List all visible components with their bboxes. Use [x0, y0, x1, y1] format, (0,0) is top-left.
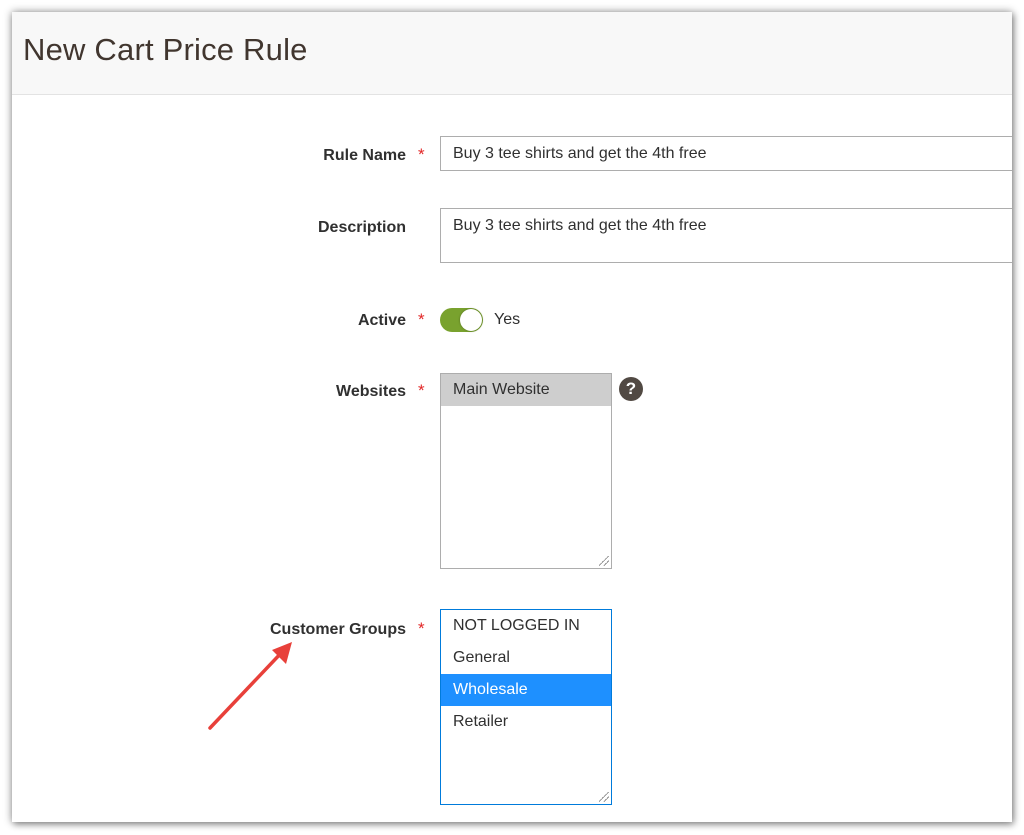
customer-groups-option-not-logged-in[interactable]: NOT LOGGED IN [441, 610, 611, 642]
websites-option-main-website[interactable]: Main Website [441, 374, 611, 406]
toggle-knob [460, 309, 482, 331]
customer-groups-option-general[interactable]: General [441, 642, 611, 674]
customer-groups-option-retailer[interactable]: Retailer [441, 706, 611, 738]
rule-name-input[interactable]: Buy 3 tee shirts and get the 4th free [440, 136, 1012, 171]
screenshot-frame: New Cart Price Rule Rule Name * Buy 3 te… [12, 12, 1012, 822]
websites-multiselect[interactable]: Main Website [440, 373, 612, 569]
active-label: Active [357, 312, 406, 329]
customer-groups-multiselect[interactable]: NOT LOGGED IN General Wholesale Retailer [440, 609, 612, 805]
question-circle-icon[interactable]: ? [619, 377, 643, 401]
page-header: New Cart Price Rule [12, 12, 1012, 95]
active-toggle[interactable] [440, 308, 483, 332]
customer-groups-required-mark: * [418, 619, 425, 638]
red-arrow-icon [208, 642, 292, 730]
rule-name-required-mark: * [418, 145, 425, 164]
page-title: New Cart Price Rule [23, 32, 308, 67]
rule-name-label: Rule Name [323, 147, 406, 164]
customer-groups-option-wholesale[interactable]: Wholesale [441, 674, 611, 706]
description-label: Description [317, 219, 406, 236]
active-required-mark: * [418, 310, 425, 329]
websites-required-mark: * [418, 381, 425, 400]
resize-handle-icon[interactable] [599, 556, 609, 566]
active-state-text: Yes [494, 311, 521, 328]
websites-label: Websites [336, 383, 406, 400]
resize-handle-icon[interactable] [599, 792, 609, 802]
description-textarea[interactable]: Buy 3 tee shirts and get the 4th free [440, 208, 1012, 263]
